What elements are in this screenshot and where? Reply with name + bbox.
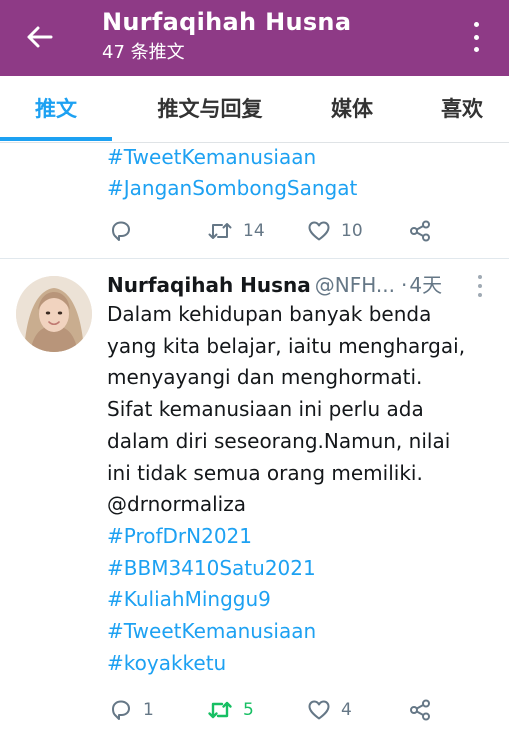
avatar[interactable] [16, 276, 92, 352]
reply-icon [112, 221, 130, 241]
hashtag-link[interactable]: #TweetKemanusiaan [107, 143, 316, 172]
reply-button[interactable]: 1 [109, 695, 154, 725]
retweet-button[interactable]: 5 [207, 695, 254, 725]
like-count: 4 [341, 700, 352, 720]
hashtag-link[interactable]: #koyakketu [107, 648, 487, 680]
retweet-count: 14 [243, 221, 265, 241]
retweet-count: 5 [243, 700, 254, 720]
author-name[interactable]: Nurfaqihah Husna [107, 273, 311, 297]
text-line: Sifat kemanusiaan ini perlu ada [107, 397, 424, 422]
separator-dot: · [401, 273, 408, 297]
text-line: yang kita belajar, iaitu menghargai, [107, 333, 466, 358]
hashtag-link[interactable]: #TweetKemanusiaan [107, 616, 487, 648]
tab-media[interactable]: 媒体 [312, 76, 392, 140]
hashtag-link[interactable]: #ProfDrN2021 [107, 521, 487, 553]
more-options-button[interactable] [469, 22, 483, 52]
like-button[interactable]: 4 [307, 695, 352, 725]
text-line: ini tidak semua orang memiliki. [107, 460, 423, 485]
back-button[interactable] [22, 22, 56, 52]
tweet-actions: 1 5 4 [107, 695, 447, 725]
mention-link[interactable]: @drnormaliza [107, 489, 487, 521]
tweet[interactable]: Nurfaqihah Husna @NFH... · 4天 Dalam kehidup… [0, 259, 509, 737]
reply-button[interactable] [109, 216, 133, 246]
tweet-header: Nurfaqihah Husna @NFH... · 4天 [107, 271, 442, 299]
like-icon [308, 700, 330, 720]
tab-tweets-and-replies[interactable]: 推文与回复 [136, 76, 284, 140]
tweet-menu-icon [478, 275, 482, 279]
tweet-menu-button[interactable] [475, 275, 485, 297]
hashtag-link[interactable]: #JanganSombongSangat [107, 173, 357, 203]
back-arrow-icon [27, 26, 53, 48]
tweet-count: 47 条推文 [102, 42, 185, 63]
retweet-icon [208, 223, 232, 239]
retweet-button[interactable]: 14 [207, 216, 265, 246]
share-icon [410, 220, 430, 242]
like-icon [308, 221, 330, 241]
profile-tabs: 推文 推文与回复 媒体 喜欢 [0, 76, 509, 141]
like-count: 10 [341, 221, 363, 241]
tweet-text: Dalam kehidupan banyak benda yang kita b… [107, 299, 487, 679]
more-vertical-icon [473, 22, 479, 27]
tweet-timestamp: 4天 [409, 273, 443, 297]
author-handle[interactable]: @NFH... [315, 273, 395, 297]
like-button[interactable]: 10 [307, 216, 363, 246]
profile-title: Nurfaqihah Husna [102, 8, 352, 36]
profile-photo [16, 276, 92, 352]
text-line: dalam diri seseorang.Namun, nilai [107, 428, 451, 453]
reply-count: 1 [143, 700, 154, 720]
tweet-actions: 14 10 [107, 216, 447, 246]
share-button[interactable] [408, 695, 432, 725]
header-titles: Nurfaqihah Husna 47 条推文 [102, 6, 351, 66]
hashtag-link[interactable]: #BBM3410Satu2021 [107, 553, 487, 585]
app-bar: Nurfaqihah Husna 47 条推文 [0, 0, 509, 76]
hashtag-link[interactable]: #KuliahMinggu9 [107, 584, 487, 616]
tab-tweets[interactable]: 推文 [0, 76, 112, 141]
retweet-icon [208, 701, 232, 719]
share-icon [410, 699, 430, 721]
share-button[interactable] [408, 216, 432, 246]
text-line: menyayangi dan menghormati. [107, 365, 423, 390]
tab-likes[interactable]: 喜欢 [422, 76, 502, 140]
text-line: Dalam kehidupan banyak benda [107, 302, 432, 326]
reply-icon [112, 700, 130, 720]
previous-tweet[interactable]: #TweetKemanusiaan #JanganSombongSangat 1… [0, 143, 509, 259]
